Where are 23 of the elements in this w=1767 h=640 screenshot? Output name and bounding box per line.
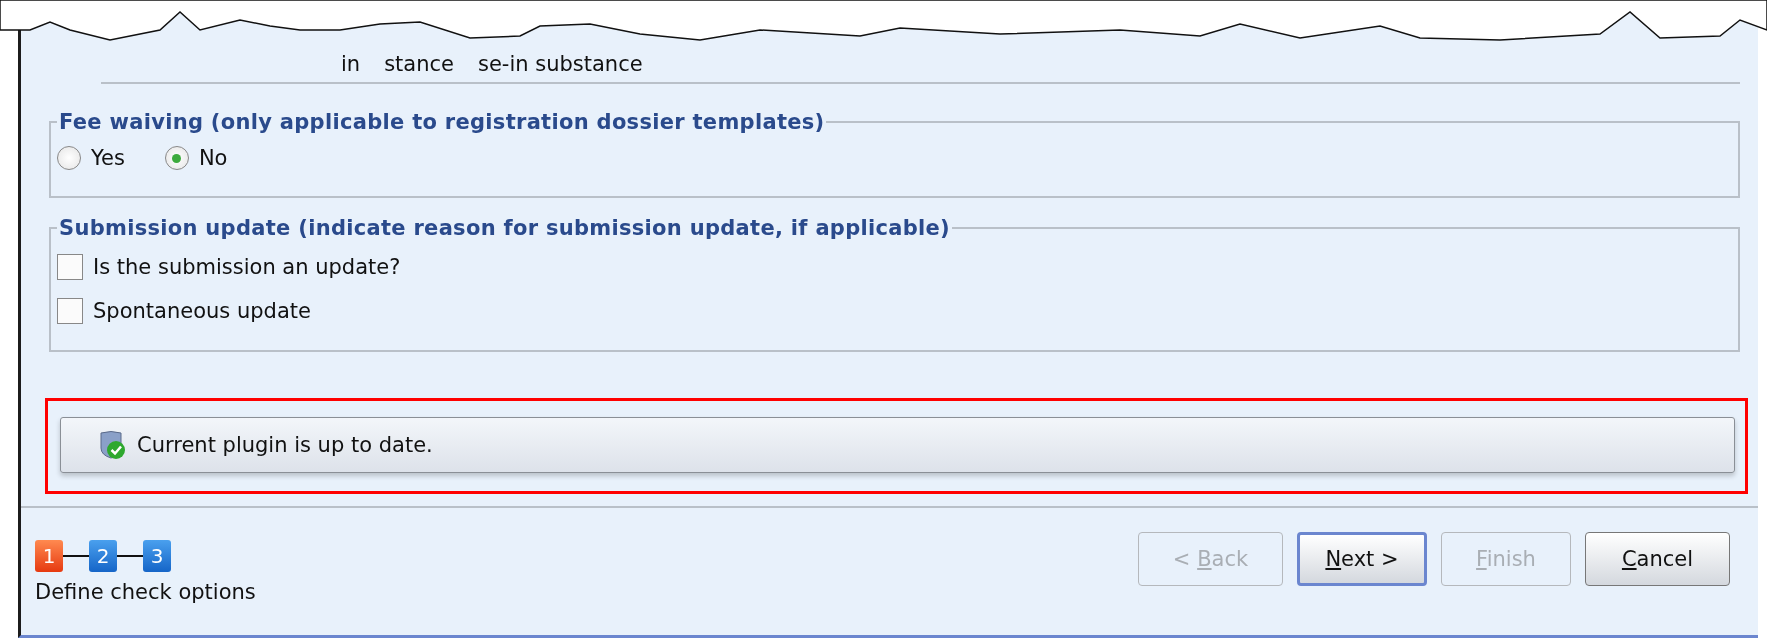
shield-check-icon (99, 430, 127, 460)
radio-button[interactable] (164, 146, 189, 170)
torn-text: se-in substance (478, 52, 643, 76)
radio-label: Yes (91, 146, 125, 170)
checkbox-label: Is the submission an update? (93, 255, 401, 279)
checkbox-label: Spontaneous update (93, 299, 311, 323)
wizard-button[interactable]: Next > (1297, 532, 1427, 586)
status-message: Current plugin is up to date. (137, 433, 433, 457)
radio-button[interactable] (57, 146, 81, 170)
step-marker: 3 (143, 540, 171, 572)
checkbox[interactable] (57, 298, 83, 324)
group-title: Submission update (indicate reason for submission update, if applicable) (58, 216, 951, 240)
step-connector (63, 555, 89, 557)
group-title: Fee waiving (only applicable to registration dossier templates) (58, 110, 826, 134)
step-caption: Define check options (35, 580, 256, 604)
step-marker: 2 (89, 540, 117, 572)
torn-text: in (341, 52, 361, 76)
step-marker: 1 (35, 540, 63, 572)
radio-label: No (198, 146, 228, 170)
checkbox[interactable] (57, 254, 83, 280)
step-connector (117, 555, 143, 557)
wizard-button[interactable]: Cancel (1585, 532, 1730, 586)
torn-text: stance (384, 52, 454, 76)
